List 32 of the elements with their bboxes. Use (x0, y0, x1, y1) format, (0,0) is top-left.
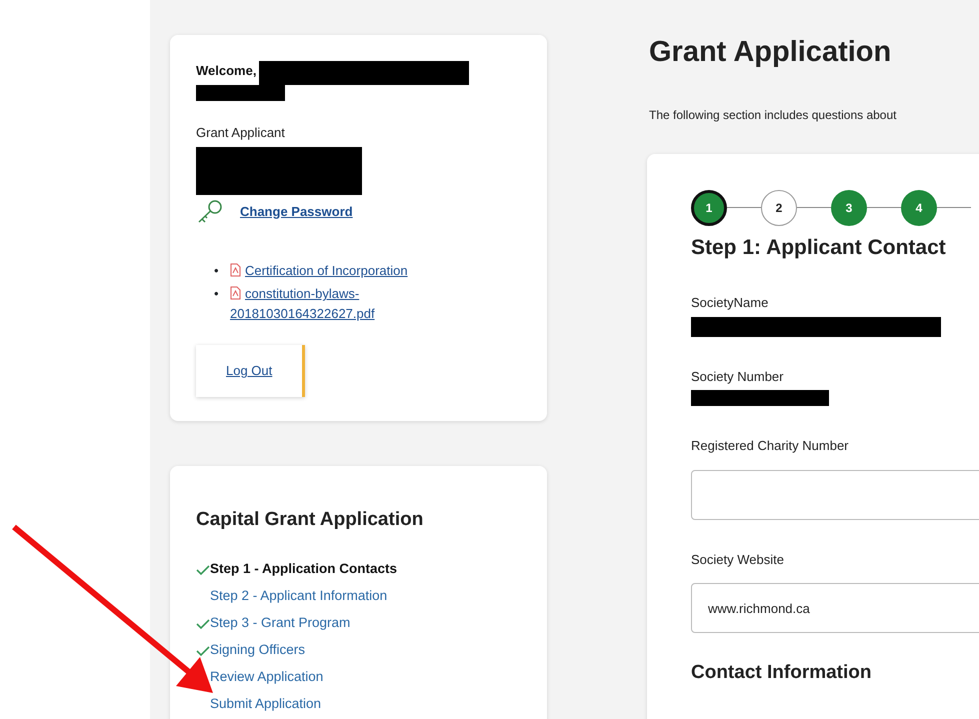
step-link[interactable]: Signing Officers (210, 637, 306, 664)
page-title: Grant Application (649, 35, 892, 70)
text-field[interactable]: www.richmond.ca (691, 583, 979, 634)
intro-text: The following section includes questions about (649, 106, 898, 124)
step-indicator[interactable]: 2 (761, 190, 797, 226)
step-indicator[interactable]: 4 (901, 190, 937, 226)
section-title: Contact Information (691, 661, 872, 686)
step-link[interactable]: Step 1 - Application Contacts (210, 556, 398, 583)
pdf-file-icon (230, 262, 241, 276)
document-link[interactable]: Certification of Incorporation (230, 260, 420, 280)
text-field[interactable] (691, 470, 979, 520)
section-title: Capital Grant Application (196, 508, 424, 532)
step-link[interactable]: Review Application (210, 664, 324, 691)
key-icon (196, 198, 224, 224)
field-label: Registered Charity Number (691, 437, 850, 456)
step-link[interactable]: Step 2 - Applicant Information (210, 583, 388, 610)
change-password-link[interactable]: Change Password (240, 202, 353, 222)
role-label: Grant Applicant (196, 124, 286, 142)
step-link[interactable]: Step 3 - Grant Program (210, 610, 350, 637)
field-label: Society Website (691, 550, 785, 569)
step-title: Step 1: Applicant Contact (691, 234, 947, 261)
list-bullet: • (214, 262, 220, 280)
field-label: Society Number (691, 368, 784, 386)
step-indicator[interactable]: 3 (831, 190, 867, 226)
step-indicator[interactable]: 1 (691, 190, 727, 226)
document-link[interactable]: constitution-bylaws-20181030164322627.pdf (230, 284, 420, 323)
step-link[interactable]: Submit Application (210, 691, 322, 718)
log-out-button[interactable]: Log Out (196, 345, 306, 396)
field-label: SocietyName (691, 294, 770, 312)
pdf-file-icon (230, 286, 241, 300)
list-bullet: • (214, 285, 220, 303)
welcome-label: Welcome, (196, 62, 256, 80)
